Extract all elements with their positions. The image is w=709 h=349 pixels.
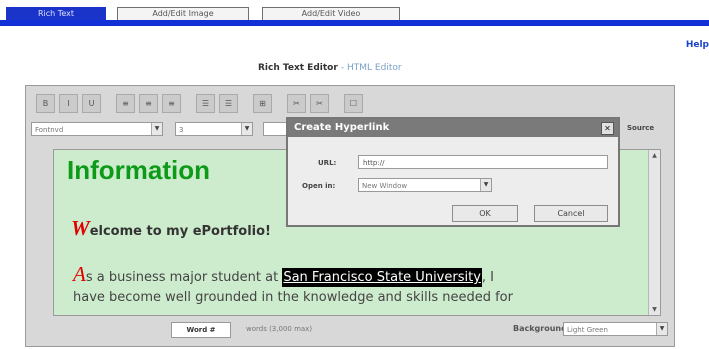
unordered-list-button[interactable]: ☰ (219, 94, 238, 113)
word-count-button[interactable]: Word # (171, 322, 231, 338)
link-button[interactable]: ✂ (287, 94, 306, 113)
align-right-button[interactable]: ≡ (162, 94, 181, 113)
word-count-text: words (3,000 max) (246, 325, 313, 333)
underline-button[interactable]: U (82, 94, 101, 113)
content-scrollbar[interactable]: ▲ ▼ (648, 150, 660, 315)
tab-add-edit-video[interactable]: Add/Edit Video (262, 7, 400, 20)
font-size-value: 3 (179, 126, 184, 134)
intro-text-end: , I (481, 270, 494, 285)
background-label: Background (513, 324, 567, 333)
table-button[interactable]: ⊞ (253, 94, 272, 113)
chevron-down-icon: ▼ (656, 323, 667, 335)
cancel-button[interactable]: Cancel (534, 205, 608, 222)
intro-paragraph-line2: have become well grounded in the knowled… (73, 290, 513, 305)
open-in-label: Open in: (302, 182, 336, 190)
editor-bottom-bar: Word # words (3,000 max) Background Ligh… (53, 322, 673, 338)
editor-title: Rich Text Editor - HTML Editor (258, 63, 402, 73)
align-left-button[interactable]: ≡ (116, 94, 135, 113)
html-editor-link[interactable]: - HTML Editor (341, 63, 402, 73)
welcome-text: elcome to my ePortfolio! (89, 224, 271, 239)
chevron-down-icon: ▼ (151, 123, 162, 135)
unlink-button[interactable]: ✂ (310, 94, 329, 113)
welcome-paragraph: Welcome to my ePortfolio! (71, 216, 271, 241)
editor-title-text: Rich Text Editor (258, 63, 338, 73)
chevron-down-icon: ▼ (241, 123, 252, 135)
intro-text-start: s a business major student at (85, 270, 283, 285)
heading-text: Information (67, 155, 210, 185)
welcome-initial: W (71, 216, 90, 240)
open-in-value: New Window (362, 182, 408, 190)
dialog-titlebar[interactable]: Create Hyperlink ✕ (288, 119, 618, 137)
background-value: Light Green (567, 326, 608, 334)
open-in-select[interactable]: New Window ▼ (358, 178, 492, 192)
source-button[interactable]: Source (627, 124, 654, 132)
scroll-down-icon[interactable]: ▼ (649, 304, 660, 315)
tab-bar-underline (0, 20, 709, 26)
intro-initial: A (73, 262, 86, 286)
italic-button[interactable]: I (59, 94, 78, 113)
align-center-button[interactable]: ≡ (139, 94, 158, 113)
tab-bar: Rich Text Add/Edit Image Add/Edit Video (0, 0, 709, 26)
font-family-value: Fontnvd (35, 126, 64, 134)
background-select[interactable]: Light Green ▼ (563, 322, 668, 336)
create-hyperlink-dialog: Create Hyperlink ✕ URL: http:// Open in:… (286, 117, 620, 227)
scroll-up-icon[interactable]: ▲ (649, 150, 660, 161)
url-label: URL: (318, 159, 337, 167)
university-link[interactable]: San Francisco State University (282, 268, 482, 287)
close-icon[interactable]: ✕ (601, 122, 614, 135)
bold-button[interactable]: B (36, 94, 55, 113)
url-input[interactable]: http:// (358, 155, 608, 169)
font-family-select[interactable]: Fontnvd ▼ (31, 122, 163, 136)
tab-add-edit-image[interactable]: Add/Edit Image (117, 7, 249, 20)
chevron-down-icon: ▼ (480, 179, 491, 191)
dialog-title: Create Hyperlink (294, 122, 390, 133)
image-button[interactable]: ☐ (344, 94, 363, 113)
help-link[interactable]: Help (686, 40, 709, 50)
ordered-list-button[interactable]: ☰ (196, 94, 215, 113)
intro-paragraph: As a business major student at San Franc… (73, 262, 494, 287)
font-size-select[interactable]: 3 ▼ (175, 122, 253, 136)
tab-rich-text[interactable]: Rich Text (6, 7, 106, 20)
ok-button[interactable]: OK (452, 205, 518, 222)
